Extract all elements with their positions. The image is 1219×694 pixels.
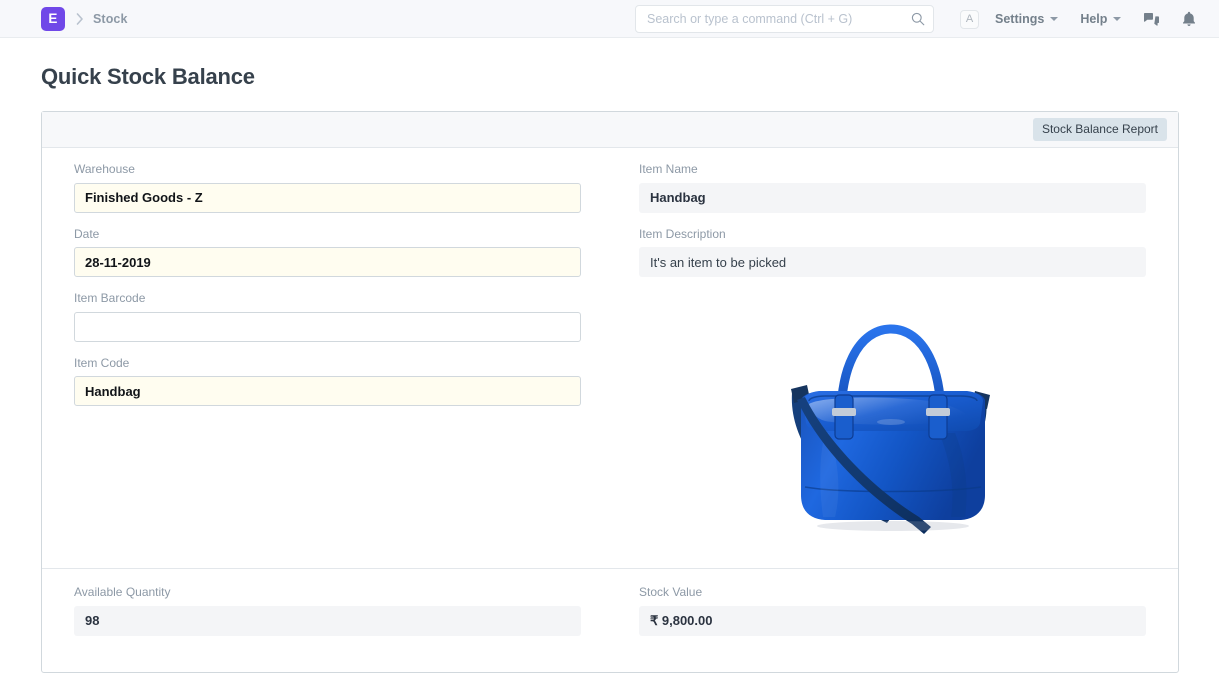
help-menu[interactable]: Help: [1080, 12, 1107, 26]
blue-handbag-image: [790, 324, 990, 535]
summary-column-right: Stock Value ₹ 9,800.00: [610, 585, 1146, 650]
item-code-input[interactable]: Handbag: [74, 376, 581, 407]
field-label-available-quantity: Available Quantity: [74, 585, 171, 600]
page-title: Quick Stock Balance: [41, 64, 255, 89]
avatar[interactable]: A: [960, 9, 979, 29]
chevron-right-icon: [76, 12, 84, 25]
comments-icon[interactable]: [1143, 12, 1160, 27]
form-column-right: Item Name Handbag Item Description It's …: [610, 162, 1146, 550]
summary-section: Available Quantity 98 Stock Value ₹ 9,80…: [42, 569, 1178, 672]
field-label-item-barcode: Item Barcode: [74, 291, 146, 306]
field-label-item-description: Item Description: [639, 226, 726, 241]
item-name-value: Handbag: [639, 182, 1146, 213]
warehouse-input[interactable]: Finished Goods - Z: [74, 182, 581, 213]
summary-column-left: Available Quantity 98: [74, 585, 610, 650]
bell-icon[interactable]: [1182, 11, 1196, 27]
form-column-left: Warehouse Finished Goods - Z Date 28-11-…: [74, 162, 610, 550]
field-date: Date 28-11-2019: [74, 227, 581, 278]
field-stock-value: Stock Value ₹ 9,800.00: [639, 585, 1146, 636]
item-description-value: It's an item to be picked: [639, 247, 1146, 278]
field-item-description: Item Description It's an item to be pick…: [639, 227, 1146, 278]
field-item-name: Item Name Handbag: [639, 162, 1146, 213]
available-quantity-value: 98: [74, 605, 581, 636]
help-chevron-down-icon[interactable]: [1113, 17, 1122, 21]
date-input[interactable]: 28-11-2019: [74, 247, 581, 278]
navbar-right: A Settings Help: [960, 0, 1196, 38]
field-available-quantity: Available Quantity 98: [74, 585, 581, 636]
left-column-spacer: [74, 420, 581, 550]
field-label-date: Date: [74, 226, 100, 241]
stock-value-value: ₹ 9,800.00: [639, 605, 1146, 636]
form-section: Warehouse Finished Goods - Z Date 28-11-…: [42, 148, 1178, 568]
item-barcode-input[interactable]: [74, 311, 581, 342]
stock-balance-report-button[interactable]: Stock Balance Report: [1032, 118, 1167, 141]
field-label-stock-value: Stock Value: [639, 585, 703, 600]
top-navbar: E Stock A Settings Help: [0, 0, 1219, 38]
card-toolbar: Stock Balance Report: [42, 112, 1178, 148]
search-input[interactable]: [635, 5, 934, 33]
field-label-warehouse: Warehouse: [74, 162, 135, 176]
breadcrumb[interactable]: Stock: [93, 12, 128, 26]
field-label-item-code: Item Code: [74, 355, 130, 370]
app-logo[interactable]: E: [41, 6, 65, 31]
field-warehouse: Warehouse Finished Goods - Z: [74, 162, 581, 213]
settings-chevron-down-icon[interactable]: [1050, 17, 1059, 21]
field-item-code: Item Code Handbag: [74, 356, 581, 407]
navbar-left: E Stock: [0, 6, 128, 31]
settings-menu[interactable]: Settings: [995, 12, 1044, 26]
page-head: Quick Stock Balance: [0, 38, 1219, 90]
search-icon[interactable]: [911, 12, 925, 26]
item-image: [639, 291, 1146, 541]
field-item-barcode: Item Barcode: [74, 291, 581, 342]
field-label-item-name: Item Name: [639, 162, 698, 176]
navbar-search: [635, 5, 934, 33]
quick-stock-balance-card: Stock Balance Report Warehouse Finished …: [41, 111, 1179, 673]
